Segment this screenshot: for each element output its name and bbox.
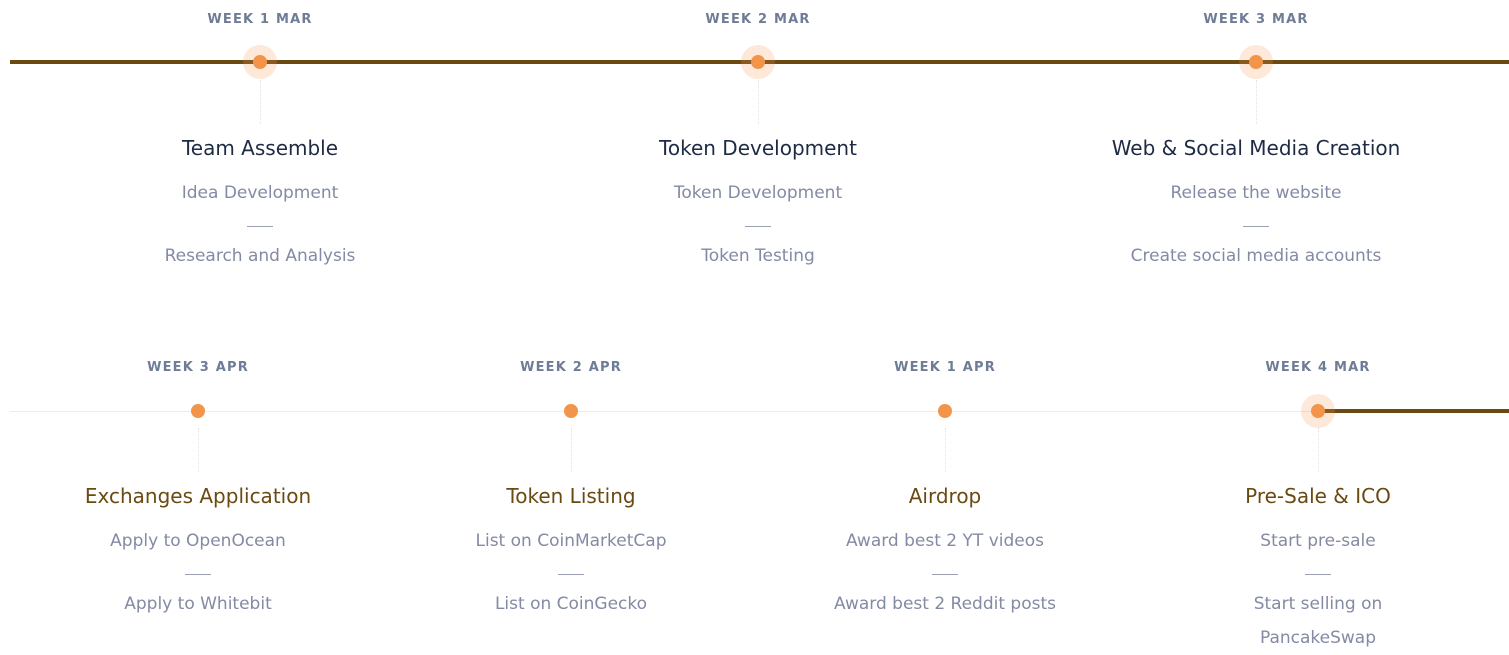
item-divider	[558, 574, 584, 575]
connector-line	[260, 80, 261, 124]
item-divider	[745, 226, 771, 227]
step-title: Airdrop	[908, 484, 982, 508]
step-item: List on CoinMarketCap	[475, 531, 667, 551]
connector-line	[1318, 428, 1319, 472]
step-item: Token Testing	[701, 246, 815, 266]
connector-line	[945, 428, 946, 472]
milestone-dot	[564, 404, 578, 418]
connector-line	[198, 428, 199, 472]
step-week-label: WEEK 2 MAR	[705, 12, 811, 27]
step-item: Idea Development	[181, 183, 339, 203]
step-item: Start selling on PancakeSwap	[1253, 594, 1383, 648]
step-item: Release the website	[1170, 183, 1342, 203]
milestone-dot-active	[243, 45, 277, 79]
connector-line	[758, 80, 759, 124]
item-divider	[247, 226, 273, 227]
step-title: Team Assemble	[181, 136, 339, 160]
step-title: Web & Social Media Creation	[1111, 136, 1401, 160]
step-item: Research and Analysis	[164, 246, 356, 266]
step-week-label: WEEK 1 MAR	[207, 12, 313, 27]
step-item: Token Development	[673, 183, 843, 203]
item-divider	[932, 574, 958, 575]
connector-line	[1256, 80, 1257, 124]
milestone-dot-active	[1301, 394, 1335, 428]
step-week-label: WEEK 4 MAR	[1265, 360, 1371, 375]
step-item: Apply to Whitebit	[124, 594, 272, 614]
step-week-label: WEEK 3 MAR	[1203, 12, 1309, 27]
step-item: Award best 2 Reddit posts	[834, 594, 1056, 614]
step-week-label: WEEK 1 APR	[894, 360, 996, 375]
connector-line	[571, 428, 572, 472]
timeline-inactive-line	[10, 411, 1318, 412]
step-item: List on CoinGecko	[494, 594, 648, 614]
step-title: Token Listing	[506, 484, 636, 508]
roadmap-row-1: WEEK 1 MAR Team Assemble Idea Developmen…	[0, 0, 1509, 300]
step-title: Pre-Sale & ICO	[1245, 484, 1391, 508]
milestone-dot	[938, 404, 952, 418]
step-title: Exchanges Application	[84, 484, 312, 508]
step-week-label: WEEK 3 APR	[147, 360, 249, 375]
step-item: Apply to OpenOcean	[110, 531, 286, 551]
roadmap-row-2: WEEK 3 APR Exchanges Application Apply t…	[0, 348, 1509, 648]
step-item: Start pre-sale	[1260, 531, 1376, 551]
item-divider	[1243, 226, 1269, 227]
milestone-dot	[191, 404, 205, 418]
item-divider	[1305, 574, 1331, 575]
step-week-label: WEEK 2 APR	[520, 360, 622, 375]
milestone-dot-active	[741, 45, 775, 79]
timeline-progress-line	[1318, 409, 1509, 413]
item-divider	[185, 574, 211, 575]
step-title: Token Development	[659, 136, 857, 160]
step-item: Create social media accounts	[1130, 246, 1382, 266]
milestone-dot-active	[1239, 45, 1273, 79]
step-item: Award best 2 YT videos	[845, 531, 1044, 551]
